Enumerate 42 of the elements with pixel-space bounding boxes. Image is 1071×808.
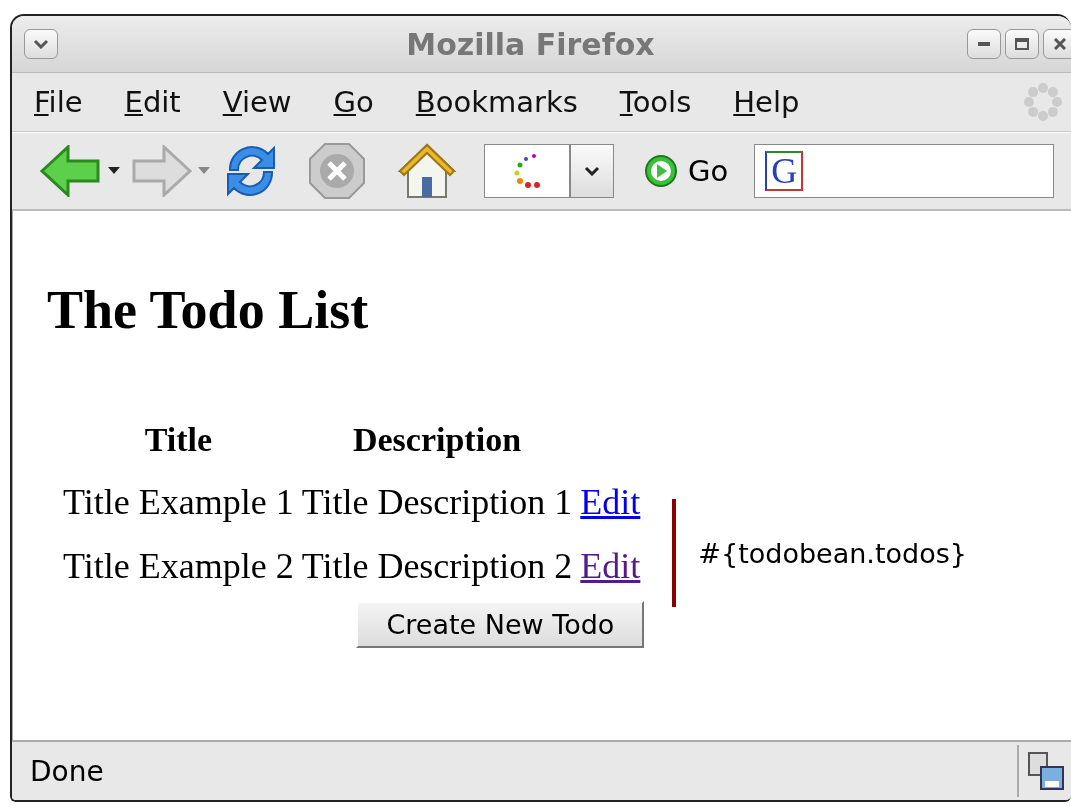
home-icon[interactable] — [396, 141, 458, 201]
edit-link[interactable]: Edit — [580, 482, 641, 522]
throbber-icon — [1023, 82, 1063, 122]
close-button[interactable] — [1043, 29, 1071, 59]
menu-item[interactable]: View — [222, 85, 292, 119]
menu-item[interactable]: Tools — [619, 85, 692, 119]
menu-item[interactable]: Help — [733, 85, 800, 119]
table-cell: Title Example 1 — [63, 481, 294, 523]
minimize-button[interactable] — [967, 29, 1001, 59]
create-new-todo-button[interactable]: Create New Todo — [356, 601, 645, 648]
play-icon — [644, 154, 678, 188]
close-icon — [1054, 38, 1066, 50]
search-field[interactable]: G — [754, 144, 1055, 198]
table-cell: Title Description 2 — [301, 545, 573, 587]
caret-icon[interactable] — [108, 167, 120, 175]
minimize-icon — [978, 42, 990, 46]
table-cell: Title Example 2 — [63, 545, 294, 587]
menu-item[interactable]: Go — [333, 85, 374, 119]
search-engine-logo[interactable]: G — [765, 151, 804, 191]
back-arrow-icon[interactable] — [40, 145, 102, 197]
dropdown-button[interactable] — [570, 144, 614, 198]
maximize-button[interactable] — [1005, 29, 1039, 59]
network-icon — [1027, 751, 1065, 791]
menu-item[interactable]: Edit — [124, 85, 181, 119]
maximize-icon — [1015, 38, 1029, 50]
column-header: Description — [351, 421, 523, 459]
window-menu-button[interactable] — [24, 29, 58, 59]
address-field[interactable] — [484, 144, 570, 198]
window-title: Mozilla Firefox — [405, 26, 656, 62]
go-button[interactable]: Go — [640, 150, 733, 192]
stop-icon[interactable] — [308, 142, 366, 200]
table-cell: Title Description 1 — [301, 481, 573, 523]
menu-item[interactable]: File — [34, 85, 83, 119]
chevron-down-icon — [33, 39, 49, 49]
menu-item[interactable]: Bookmarks — [415, 85, 578, 119]
status-text: Done — [12, 745, 1019, 797]
page-heading: The Todo List — [47, 283, 370, 337]
expression-text: #{todobean.todos} — [672, 499, 967, 607]
column-header: Title — [143, 421, 213, 459]
edit-link[interactable]: Edit — [580, 546, 641, 586]
loading-dots-icon — [512, 153, 542, 189]
chevron-down-icon — [584, 166, 600, 176]
